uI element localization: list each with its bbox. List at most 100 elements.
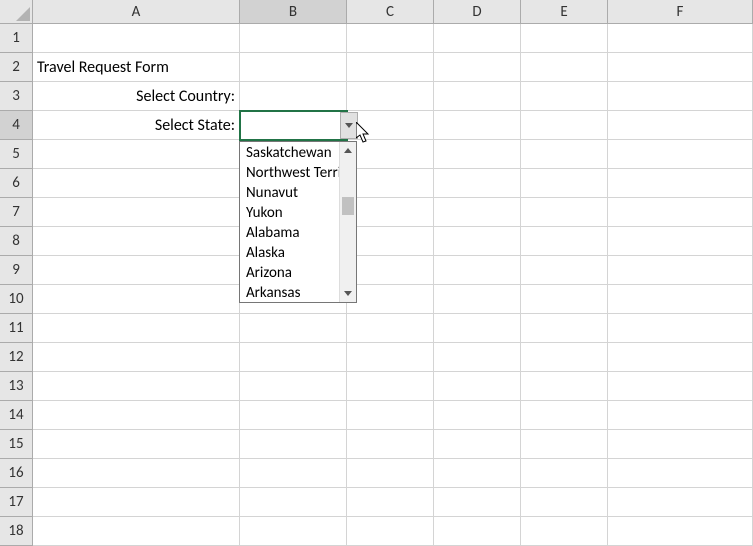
cell-a4[interactable]: Select State: (33, 111, 240, 140)
cell-f2[interactable] (608, 53, 753, 82)
cell-e16[interactable] (521, 459, 608, 488)
row-header-13[interactable]: 13 (0, 372, 33, 401)
cell-b4[interactable] (240, 111, 347, 140)
row-header-5[interactable]: 5 (0, 140, 33, 169)
dropdown-item[interactable]: Arizona (240, 262, 339, 282)
column-header-f[interactable]: F (608, 0, 753, 24)
column-header-b[interactable]: B (240, 0, 347, 24)
scroll-thumb[interactable] (342, 197, 354, 215)
cell-c1[interactable] (347, 24, 434, 53)
cell-a9[interactable] (33, 256, 240, 285)
cell-d5[interactable] (434, 140, 521, 169)
cell-a2[interactable]: Travel Request Form (33, 53, 240, 82)
column-header-e[interactable]: E (521, 0, 608, 24)
row-header-15[interactable]: 15 (0, 430, 33, 459)
cell-c18[interactable] (347, 517, 434, 546)
cell-e6[interactable] (521, 169, 608, 198)
cell-e14[interactable] (521, 401, 608, 430)
dropdown-item[interactable]: Yukon (240, 202, 339, 222)
cell-c17[interactable] (347, 488, 434, 517)
cell-f3[interactable] (608, 82, 753, 111)
cell-d14[interactable] (434, 401, 521, 430)
dropdown-scrollbar[interactable] (339, 142, 356, 302)
cell-f15[interactable] (608, 430, 753, 459)
cell-a18[interactable] (33, 517, 240, 546)
cell-c4[interactable] (347, 111, 434, 140)
cell-a3[interactable]: Select Country: (33, 82, 240, 111)
row-header-10[interactable]: 10 (0, 285, 33, 314)
cell-a16[interactable] (33, 459, 240, 488)
cell-a11[interactable] (33, 314, 240, 343)
cell-d18[interactable] (434, 517, 521, 546)
cell-b3[interactable] (240, 82, 347, 111)
cell-c3[interactable] (347, 82, 434, 111)
cell-e8[interactable] (521, 227, 608, 256)
cell-a13[interactable] (33, 372, 240, 401)
cell-d2[interactable] (434, 53, 521, 82)
dropdown-item[interactable]: Arkansas (240, 282, 339, 302)
cell-d7[interactable] (434, 198, 521, 227)
cell-e18[interactable] (521, 517, 608, 546)
cell-d9[interactable] (434, 256, 521, 285)
cell-f9[interactable] (608, 256, 753, 285)
cell-d1[interactable] (434, 24, 521, 53)
cell-c7[interactable] (347, 198, 434, 227)
dropdown-item[interactable]: Alabama (240, 222, 339, 242)
scroll-track[interactable] (340, 159, 356, 285)
cell-d16[interactable] (434, 459, 521, 488)
cell-f16[interactable] (608, 459, 753, 488)
cell-f8[interactable] (608, 227, 753, 256)
row-header-6[interactable]: 6 (0, 169, 33, 198)
cell-f5[interactable] (608, 140, 753, 169)
cell-e4[interactable] (521, 111, 608, 140)
cell-b14[interactable] (240, 401, 347, 430)
cell-b18[interactable] (240, 517, 347, 546)
data-validation-dropdown-list[interactable]: SaskatchewanNorthwest TerritoriesNunavut… (239, 141, 357, 303)
cell-a8[interactable] (33, 227, 240, 256)
cell-c14[interactable] (347, 401, 434, 430)
cell-f14[interactable] (608, 401, 753, 430)
cell-d10[interactable] (434, 285, 521, 314)
cell-d12[interactable] (434, 343, 521, 372)
row-header-12[interactable]: 12 (0, 343, 33, 372)
row-header-8[interactable]: 8 (0, 227, 33, 256)
cell-c13[interactable] (347, 372, 434, 401)
cell-a12[interactable] (33, 343, 240, 372)
cell-c5[interactable] (347, 140, 434, 169)
cell-c11[interactable] (347, 314, 434, 343)
cell-b17[interactable] (240, 488, 347, 517)
cell-d15[interactable] (434, 430, 521, 459)
cell-d6[interactable] (434, 169, 521, 198)
cell-f12[interactable] (608, 343, 753, 372)
cell-e17[interactable] (521, 488, 608, 517)
cell-b16[interactable] (240, 459, 347, 488)
cell-b13[interactable] (240, 372, 347, 401)
cell-c16[interactable] (347, 459, 434, 488)
cell-d13[interactable] (434, 372, 521, 401)
cell-e15[interactable] (521, 430, 608, 459)
cell-e9[interactable] (521, 256, 608, 285)
row-header-1[interactable]: 1 (0, 24, 33, 53)
select-all-corner[interactable] (0, 0, 33, 24)
cell-f6[interactable] (608, 169, 753, 198)
cell-b2[interactable] (240, 53, 347, 82)
cell-d11[interactable] (434, 314, 521, 343)
data-validation-dropdown-button[interactable] (340, 112, 358, 139)
cell-d4[interactable] (434, 111, 521, 140)
cell-b15[interactable] (240, 430, 347, 459)
cell-c6[interactable] (347, 169, 434, 198)
cell-e12[interactable] (521, 343, 608, 372)
cell-e10[interactable] (521, 285, 608, 314)
dropdown-item[interactable]: Northwest Territories (240, 162, 339, 182)
column-header-c[interactable]: C (347, 0, 434, 24)
row-header-3[interactable]: 3 (0, 82, 33, 111)
cell-f1[interactable] (608, 24, 753, 53)
cell-e2[interactable] (521, 53, 608, 82)
cell-a10[interactable] (33, 285, 240, 314)
dropdown-item[interactable]: Saskatchewan (240, 142, 339, 162)
row-header-7[interactable]: 7 (0, 198, 33, 227)
cell-a1[interactable] (33, 24, 240, 53)
cell-f11[interactable] (608, 314, 753, 343)
column-header-a[interactable]: A (33, 0, 240, 24)
cell-c10[interactable] (347, 285, 434, 314)
